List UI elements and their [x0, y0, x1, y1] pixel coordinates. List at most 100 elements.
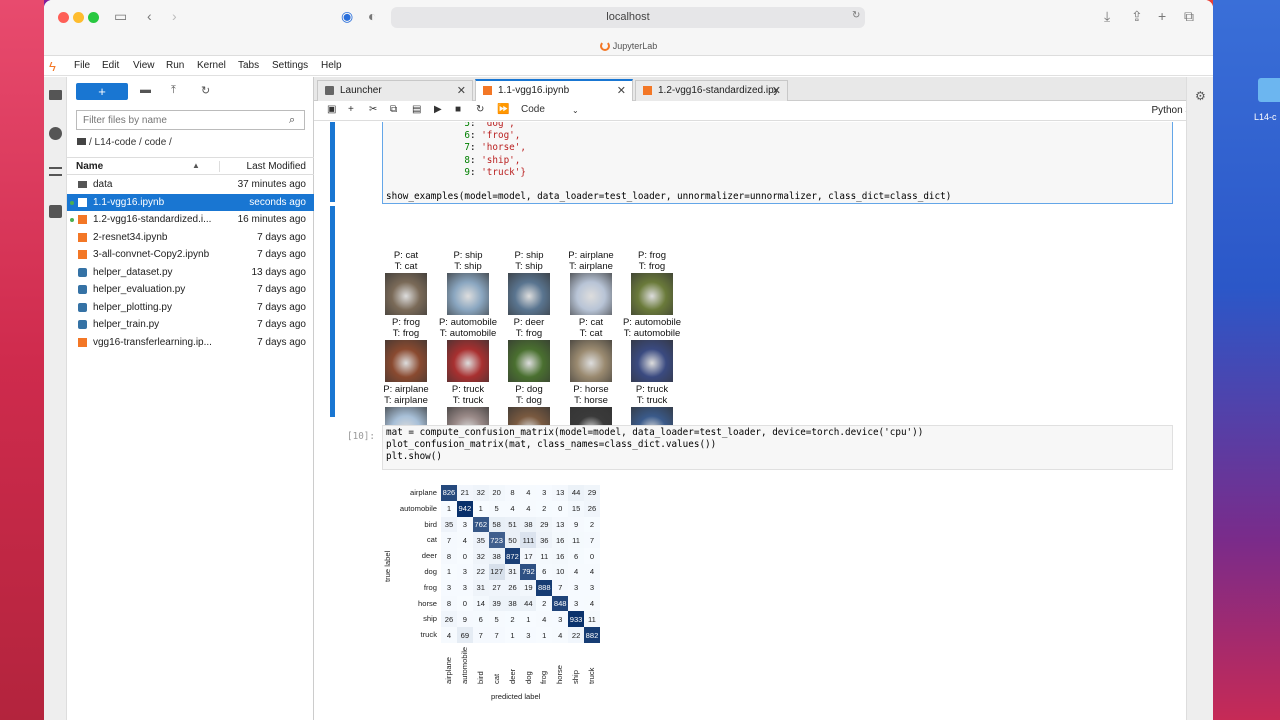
browser-tab[interactable]: JupyterLab: [44, 36, 1213, 56]
code-cell-2[interactable]: mat = compute_confusion_matrix(model=mod…: [382, 425, 1173, 470]
stop-icon[interactable]: ■: [455, 104, 461, 115]
back-icon[interactable]: ‹: [147, 8, 152, 24]
column-name-header[interactable]: Name: [76, 161, 103, 172]
menu-file[interactable]: File: [74, 60, 90, 71]
running-icon[interactable]: [49, 127, 62, 140]
file-row[interactable]: 1.2-vgg16-standardized.i... 16 minutes ag…: [67, 211, 314, 229]
run-icon[interactable]: ▶: [434, 104, 442, 115]
file-list-header: Name ▲ Last Modified: [67, 157, 314, 175]
new-tab-icon[interactable]: +: [1158, 8, 1166, 24]
matrix-cell: 1: [441, 563, 457, 580]
file-row[interactable]: data 37 minutes ago: [67, 176, 314, 194]
copy-icon[interactable]: ⧉: [390, 104, 397, 115]
file-modified: 7 days ago: [257, 284, 306, 295]
cell-collapser[interactable]: [330, 122, 335, 202]
minimize-window-button[interactable]: [73, 12, 84, 23]
new-launcher-button[interactable]: +: [76, 83, 128, 100]
close-window-button[interactable]: [58, 12, 69, 23]
column-modified-header[interactable]: Last Modified: [218, 161, 306, 172]
file-modified: 7 days ago: [257, 249, 306, 260]
column-tick-label: ship: [571, 670, 581, 684]
shield-icon[interactable]: ◐: [368, 8, 376, 24]
tab-overview-icon[interactable]: ⧉: [1184, 8, 1194, 25]
row-tick-label: frog: [423, 582, 437, 592]
code-cell-1[interactable]: 5: 'dog', 6: 'frog', 7: 'horse', 8: 'shi…: [382, 122, 1173, 204]
tab-1-2-vgg16-standardized[interactable]: 1.2-vgg16-standardized.ipy ✕: [635, 80, 788, 101]
row-tick-label: deer: [421, 551, 437, 561]
sidebar-toggle-icon[interactable]: ▭: [114, 8, 127, 25]
true-label: T: frog: [515, 328, 543, 339]
file-row[interactable]: helper_dataset.py 13 days ago: [67, 264, 314, 282]
chevron-down-icon[interactable]: ⌄: [572, 106, 579, 115]
matrix-cell: 26: [504, 579, 521, 596]
code-editor[interactable]: mat = compute_confusion_matrix(model=mod…: [383, 426, 1172, 465]
breadcrumb[interactable]: / L14-code / code /: [77, 137, 172, 148]
breadcrumb-path: / L14-code / code /: [89, 137, 172, 148]
output-collapser[interactable]: [330, 206, 335, 417]
notebook-icon: [78, 197, 87, 207]
restart-icon[interactable]: ↻: [476, 104, 484, 115]
extension-icon[interactable]: [49, 205, 62, 218]
matrix-cell: 8: [441, 595, 457, 612]
row-tick-label: truck: [420, 630, 437, 640]
column-tick-label: truck: [587, 667, 597, 684]
file-row[interactable]: helper_train.py 7 days ago: [67, 316, 314, 334]
main-dock-area: Launcher ✕ 1.1-vgg16.ipynb ✕ 1.2-vgg16-s…: [314, 77, 1213, 720]
file-row[interactable]: helper_evaluation.py 7 days ago: [67, 281, 314, 299]
example-image: [447, 340, 489, 382]
menu-run[interactable]: Run: [166, 60, 184, 71]
file-row[interactable]: 2-resnet34.ipynb 7 days ago: [67, 229, 314, 247]
cell-type-select[interactable]: Code: [521, 104, 545, 115]
code-line: plot_confusion_matrix(mat, class_names=c…: [386, 439, 717, 451]
menu-kernel[interactable]: Kernel: [197, 60, 226, 71]
reload-icon[interactable]: ↻: [852, 10, 860, 21]
paste-icon[interactable]: ▤: [412, 104, 421, 115]
maximize-window-button[interactable]: [88, 12, 99, 23]
file-row[interactable]: vgg16-transferlearning.ip... 7 days ago: [67, 334, 314, 352]
matrix-cell: 6: [472, 611, 489, 628]
file-name: 1.2-vgg16-standardized.i...: [93, 214, 212, 225]
table-of-contents-icon[interactable]: [49, 167, 62, 176]
file-name: helper_evaluation.py: [93, 284, 186, 295]
menu-help[interactable]: Help: [321, 60, 342, 71]
share-icon[interactable]: ⇪: [1131, 8, 1143, 25]
true-label: T: ship: [454, 261, 482, 272]
save-icon[interactable]: ▣: [327, 104, 336, 115]
menu-tabs[interactable]: Tabs: [238, 60, 259, 71]
filter-files-input[interactable]: [76, 110, 305, 130]
privacy-icon[interactable]: ◉: [341, 8, 353, 25]
notebook-panel[interactable]: 5: 'dog', 6: 'frog', 7: 'horse', 8: 'shi…: [314, 122, 1186, 720]
column-tick-label: dog: [523, 671, 533, 684]
forward-icon[interactable]: ›: [172, 8, 177, 24]
close-icon[interactable]: ✕: [617, 81, 626, 101]
download-icon[interactable]: ⤓: [1104, 8, 1110, 25]
menu-view[interactable]: View: [133, 60, 155, 71]
file-row[interactable]: helper_plotting.py 7 days ago: [67, 299, 314, 317]
property-inspector-gear-icon[interactable]: ⚙: [1195, 89, 1206, 103]
desktop-folder-icon[interactable]: [1258, 78, 1280, 102]
file-row[interactable]: 3-all-convnet-Copy2.ipynb 7 days ago: [67, 246, 314, 264]
matrix-cell: 0: [584, 548, 600, 564]
tab-1-1-vgg16[interactable]: 1.1-vgg16.ipynb ✕: [475, 79, 633, 101]
code-editor[interactable]: 5: 'dog', 6: 'frog', 7: 'horse', 8: 'shi…: [383, 122, 1172, 204]
matrix-cell: 3: [456, 563, 473, 580]
menu-settings[interactable]: Settings: [272, 60, 308, 71]
refresh-icon[interactable]: ↻: [201, 84, 210, 97]
new-folder-icon[interactable]: ▬: [140, 84, 151, 96]
close-icon[interactable]: ✕: [457, 81, 466, 101]
restart-run-all-icon[interactable]: ⏩: [497, 104, 509, 115]
file-row[interactable]: 1.1-vgg16.ipynb seconds ago: [67, 193, 314, 211]
close-icon[interactable]: ✕: [772, 81, 781, 101]
menu-edit[interactable]: Edit: [102, 60, 119, 71]
cut-icon[interactable]: ✂: [369, 104, 377, 115]
tab-launcher[interactable]: Launcher ✕: [317, 80, 473, 101]
matrix-cell: 2: [536, 595, 553, 612]
matrix-cell: 127: [488, 563, 505, 580]
row-tick-label: bird: [424, 519, 437, 529]
upload-icon[interactable]: ⤒: [171, 84, 176, 97]
insert-cell-icon[interactable]: +: [348, 104, 354, 115]
code-number: 9: [464, 166, 470, 178]
address-bar[interactable]: localhost: [391, 7, 865, 28]
folder-icon[interactable]: [49, 90, 62, 100]
matrix-cell: 2: [584, 516, 600, 533]
